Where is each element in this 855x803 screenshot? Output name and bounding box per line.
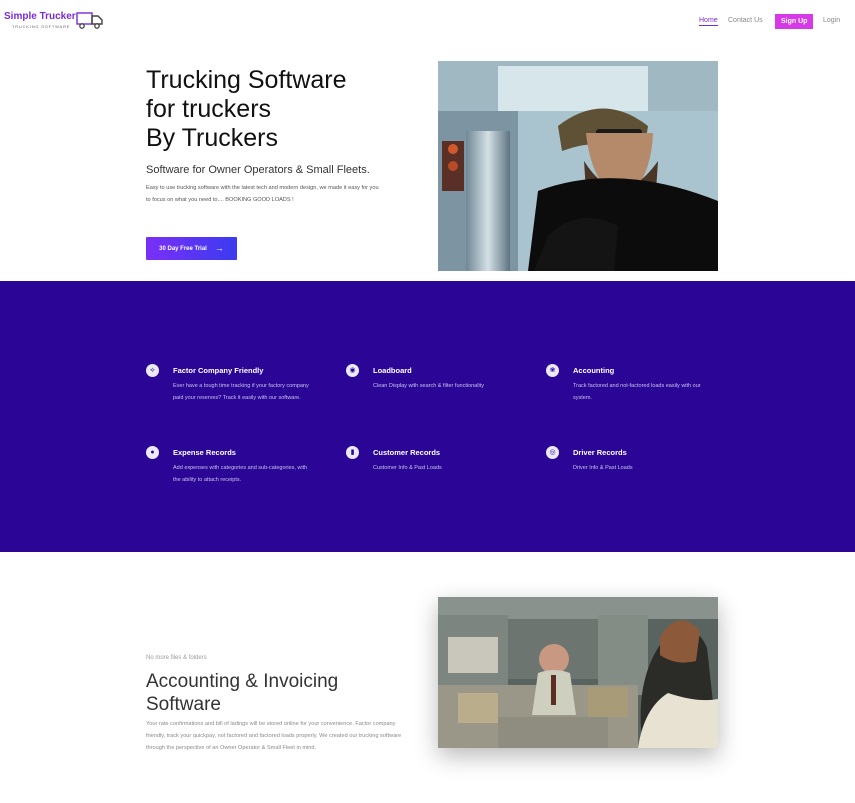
hero-description: Easy to use trucking software with the l… bbox=[146, 185, 379, 203]
accounting-title: Accounting & Invoicing Software bbox=[146, 670, 386, 716]
thermometer-icon: ▮ bbox=[346, 446, 359, 459]
office-photo-illustration bbox=[438, 597, 718, 748]
trucker-photo bbox=[438, 61, 718, 271]
office-photo bbox=[438, 597, 718, 748]
feature-description: Ever have a tough time tracking if your … bbox=[173, 383, 309, 401]
target-icon: ◉ bbox=[346, 364, 359, 377]
nav-home-link[interactable]: Home bbox=[699, 17, 718, 26]
feature-title: Factor Company Friendly bbox=[173, 366, 264, 375]
nav-contact-link[interactable]: Contact Us bbox=[728, 17, 763, 24]
feature-title: Loadboard bbox=[373, 366, 412, 375]
tag-icon: ⟡ bbox=[146, 364, 159, 377]
brand-name: Simple Trucker bbox=[4, 11, 76, 22]
accounting-description: Your rate confirmations and bill of ladi… bbox=[146, 721, 402, 751]
hero-title: Trucking Software for truckers By Trucke… bbox=[146, 66, 406, 153]
truck-icon bbox=[76, 12, 103, 29]
feature-description: Driver Info & Past Loads bbox=[573, 465, 633, 471]
page: Simple Trucker TRUCKING SOFTWARE Home Co… bbox=[0, 0, 855, 803]
feature-description: Clean Display with search & filter funct… bbox=[373, 383, 484, 389]
feature-title: Customer Records bbox=[373, 448, 441, 457]
eye-icon: ◎ bbox=[546, 446, 559, 459]
signup-button[interactable]: Sign Up bbox=[775, 14, 814, 29]
nav-login-link[interactable]: Login bbox=[823, 17, 840, 24]
brand-tagline: TRUCKING SOFTWARE bbox=[12, 24, 71, 29]
hero-title-line: By Truckers bbox=[146, 124, 278, 152]
feature-title: Expense Records bbox=[173, 448, 236, 457]
feature-description: Customer Info & Past Loads bbox=[373, 465, 442, 471]
brand-logo[interactable]: Simple Trucker TRUCKING SOFTWARE bbox=[4, 9, 104, 33]
feature-title: Driver Records bbox=[573, 448, 627, 457]
features-section: ⟡ Factor Company Friendly Ever have a to… bbox=[0, 281, 855, 552]
hero-title-line: Trucking Software bbox=[146, 66, 347, 94]
paw-icon: ❀ bbox=[546, 364, 559, 377]
arrow-right-icon: → bbox=[214, 243, 224, 253]
free-trial-label: 30 Day Free Trial bbox=[159, 245, 207, 252]
accounting-title-line: Software bbox=[146, 694, 221, 715]
hero-subtitle: Software for Owner Operators & Small Fle… bbox=[146, 164, 370, 176]
free-trial-button[interactable]: 30 Day Free Trial → bbox=[146, 237, 237, 260]
drop-icon: ● bbox=[146, 446, 159, 459]
hero-title-line: for truckers bbox=[146, 95, 272, 123]
accounting-eyebrow: No more files & folders bbox=[146, 655, 207, 661]
trucker-photo-illustration bbox=[438, 61, 718, 271]
feature-title: Accounting bbox=[573, 366, 615, 375]
accounting-title-line: Accounting & Invoicing bbox=[146, 671, 339, 692]
feature-description: Add expenses with categories and sub-cat… bbox=[173, 465, 308, 483]
site-header: Simple Trucker TRUCKING SOFTWARE Home Co… bbox=[0, 0, 855, 42]
feature-description: Track factored and not-factored loads ea… bbox=[573, 383, 701, 401]
